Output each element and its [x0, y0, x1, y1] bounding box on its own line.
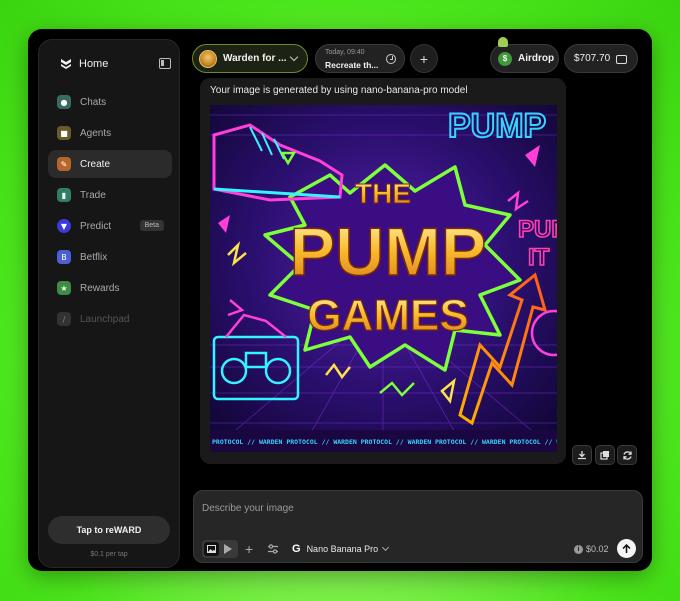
airdrop-label: Airdrop: [518, 53, 555, 64]
balance-amount: $707.70: [574, 53, 611, 64]
generated-image[interactable]: PUMP THE PUMP GAMES PUM IT: [210, 105, 557, 452]
sidebar-item-label: Chats: [80, 96, 107, 108]
sidebar-item-label: Predict: [80, 220, 112, 232]
sidebar-item-label: Create: [80, 158, 111, 170]
new-chat-button[interactable]: +: [410, 44, 438, 73]
airdrop-button[interactable]: $ Airdrop: [490, 37, 559, 73]
video-mode-icon[interactable]: [224, 544, 232, 554]
sliders-icon[interactable]: [267, 543, 279, 555]
sidebar-item-label: Rewards: [80, 282, 120, 294]
title-line-the: THE: [355, 178, 411, 209]
media-type-toggle: [202, 540, 238, 558]
sidebar-item-agents[interactable]: ■ Agents: [48, 119, 172, 147]
agent-selector[interactable]: Warden for ...: [192, 44, 308, 73]
rewards-icon: ★: [57, 281, 71, 295]
sidebar-item-predict[interactable]: ▼ Predict Beta: [48, 212, 172, 240]
predict-icon: ▼: [57, 219, 71, 233]
sidebar-header: Home: [47, 56, 173, 74]
sidebar-item-rewards[interactable]: ★ Rewards: [48, 274, 172, 302]
corner-pump-text: PUMP: [448, 107, 546, 145]
betflix-icon: B: [57, 250, 71, 264]
model-selector[interactable]: G Nano Banana Pro: [292, 540, 390, 558]
sidebar-item-launchpad[interactable]: ∕ Launchpad: [48, 305, 172, 333]
title-line-pump: PUMP: [290, 214, 486, 290]
tap-price-note: $0.1 per tap: [90, 551, 128, 558]
chevron-down-icon: [289, 52, 299, 62]
title-line-games: GAMES: [307, 291, 468, 340]
side-pump-text: PUM: [518, 216, 557, 243]
download-icon: [578, 451, 586, 460]
arrow-up-icon: [622, 543, 631, 553]
pump-games-artwork: PUMP THE PUMP GAMES PUM IT: [210, 105, 557, 452]
beta-badge: Beta: [139, 220, 164, 231]
agents-icon: ■: [57, 126, 71, 140]
regenerate-button[interactable]: [617, 445, 637, 465]
chevron-down-icon: [382, 543, 390, 552]
airdrop-coin-icon: $: [498, 51, 512, 66]
agent-name: Warden for ...: [223, 53, 287, 64]
refresh-icon: [622, 450, 632, 460]
copy-icon: [600, 451, 609, 460]
generation-cost: $0.02: [586, 544, 609, 554]
history-icon: [386, 54, 396, 64]
image-mode-icon[interactable]: [204, 542, 219, 556]
recent-chat-time: Today, 09:40: [325, 49, 365, 56]
send-button[interactable]: [617, 539, 636, 558]
recent-chat-pill[interactable]: Today, 09:40 Recreate th...: [315, 44, 405, 73]
wallet-balance-button[interactable]: $707.70: [564, 44, 638, 73]
add-attachment-icon[interactable]: +: [245, 540, 253, 558]
sidebar-item-label: Agents: [80, 127, 112, 139]
recent-chat-title: Recreate th...: [325, 60, 379, 70]
sidebar-item-label: Launchpad: [80, 313, 130, 325]
wallet-icon: [616, 55, 627, 64]
side-it-text: IT: [528, 244, 550, 271]
sidebar-item-betflix[interactable]: B Betflix: [48, 243, 172, 271]
sidebar-item-chats[interactable]: ● Chats: [48, 88, 172, 116]
launchpad-icon: ∕: [57, 312, 71, 326]
app-window: Home ● Chats ■ Agents ✎ Create ▮ Trade ▼: [28, 29, 652, 571]
model-label: Nano Banana Pro: [306, 544, 379, 554]
google-icon: G: [292, 543, 301, 555]
trade-icon: ▮: [57, 188, 71, 202]
airdrop-decoration-icon: [498, 37, 508, 47]
chat-icon: ●: [57, 95, 71, 109]
agent-avatar: [199, 49, 217, 68]
message-text: Your image is generated by using nano-ba…: [210, 85, 468, 96]
warden-logo-icon[interactable]: [59, 57, 73, 71]
sidebar-item-label: Trade: [80, 189, 106, 201]
sidebar-nav: ● Chats ■ Agents ✎ Create ▮ Trade ▼ Pred…: [48, 88, 172, 336]
home-link[interactable]: Home: [79, 58, 108, 70]
sidebar-item-label: Betflix: [80, 251, 108, 263]
tap-to-reward-button[interactable]: Tap to reWARD: [48, 516, 170, 544]
sidebar-item-create[interactable]: ✎ Create: [48, 150, 172, 178]
sidebar: Home ● Chats ■ Agents ✎ Create ▮ Trade ▼: [38, 39, 180, 568]
protocol-footer-text: PROTOCOL // WARDEN PROTOCOL // WARDEN PR…: [212, 438, 557, 446]
prompt-input[interactable]: [202, 499, 632, 517]
plus-icon: +: [419, 50, 429, 67]
info-icon[interactable]: i: [574, 545, 583, 554]
pencil-icon: ✎: [57, 157, 71, 171]
composer: + G Nano Banana Pro i $0.02: [193, 490, 643, 563]
copy-button[interactable]: [595, 445, 615, 465]
download-button[interactable]: [572, 445, 592, 465]
sidebar-item-trade[interactable]: ▮ Trade: [48, 181, 172, 209]
sidebar-collapse-icon[interactable]: [159, 58, 171, 69]
assistant-message: Your image is generated by using nano-ba…: [200, 78, 566, 464]
